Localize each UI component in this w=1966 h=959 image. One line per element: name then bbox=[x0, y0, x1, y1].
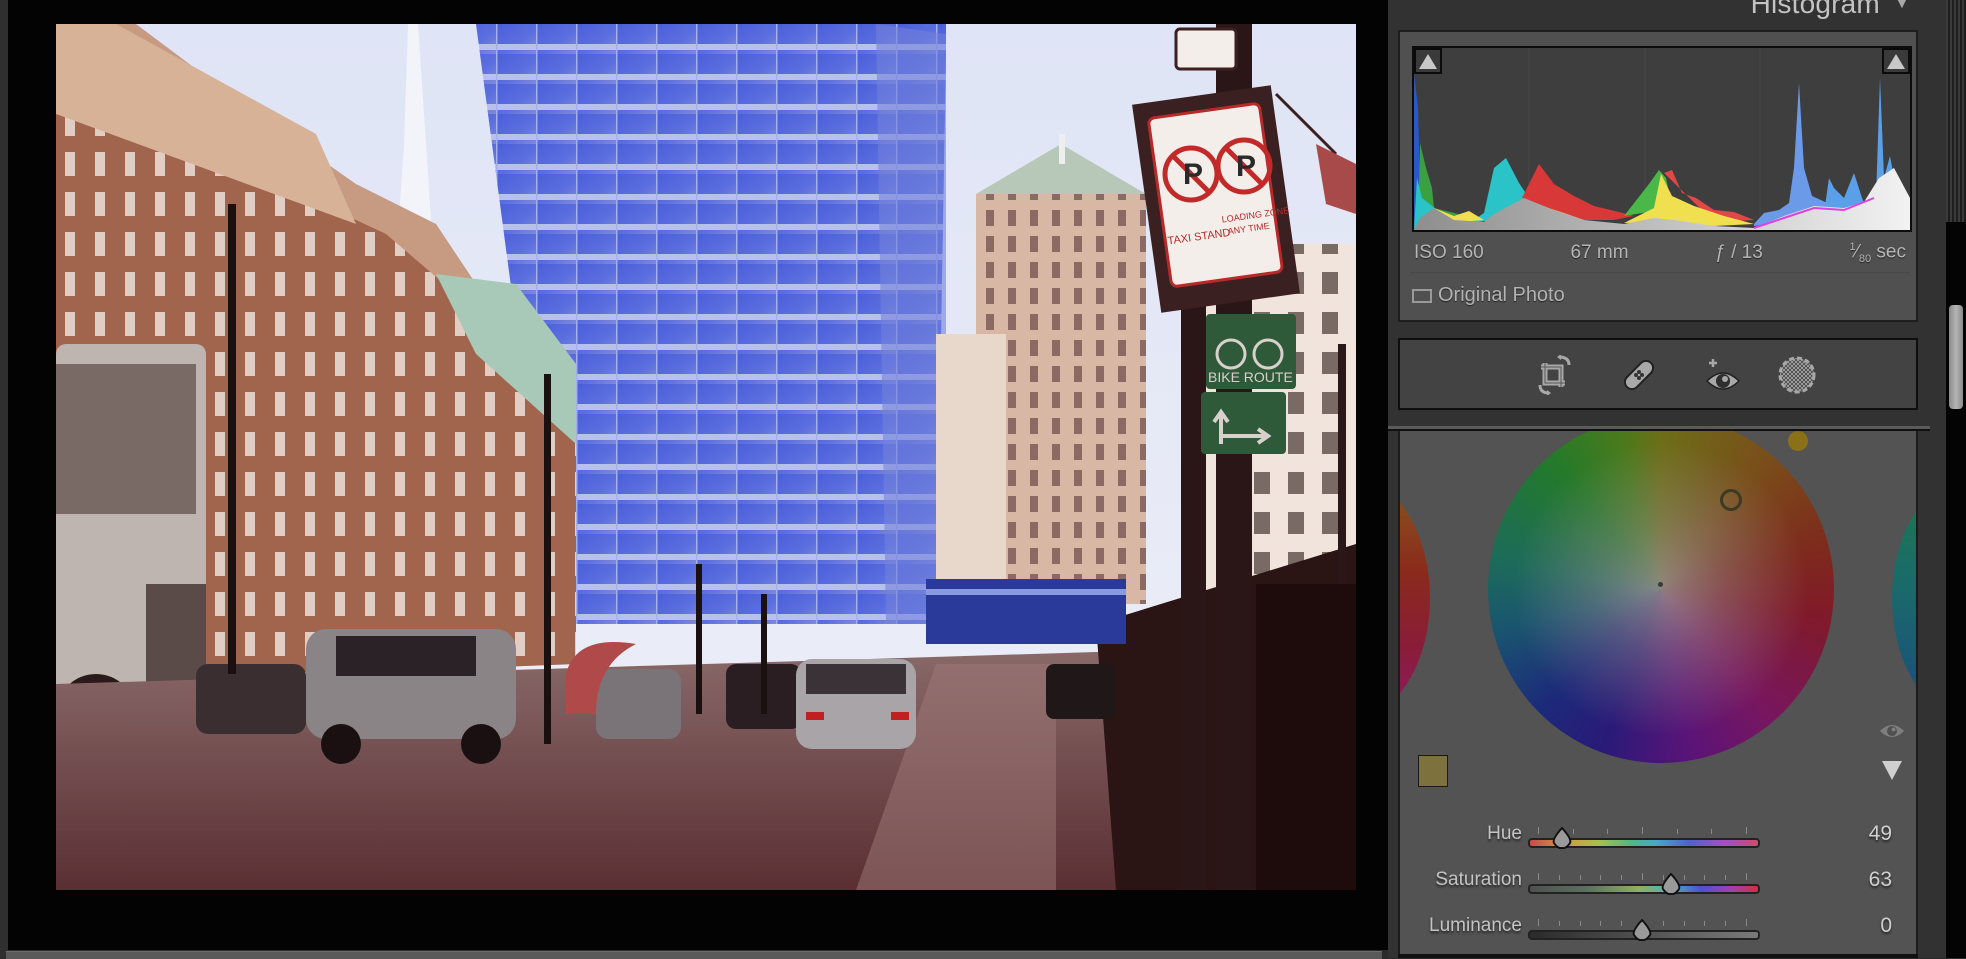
focal-length-value: 67 mm bbox=[1570, 242, 1629, 263]
hue-ring-handle[interactable] bbox=[1788, 431, 1808, 451]
original-photo-checkbox[interactable] bbox=[1412, 288, 1432, 303]
histogram-plot bbox=[1414, 48, 1910, 230]
color-wheel-midtones[interactable] bbox=[1488, 431, 1834, 763]
slider-tick bbox=[1711, 829, 1713, 834]
wheel-color-handle[interactable] bbox=[1720, 489, 1742, 511]
hue-label: Hue bbox=[1487, 823, 1522, 844]
triangle-up-icon bbox=[1887, 53, 1905, 69]
iso-value: ISO 160 bbox=[1414, 242, 1484, 263]
luminance-slider-thumb[interactable] bbox=[1632, 919, 1652, 941]
saturation-label: Saturation bbox=[1435, 869, 1522, 890]
street-photo: P P TAXI STAND LOADING ZONE ANY TIME BIK… bbox=[56, 24, 1356, 890]
saturation-slider-row: Saturation 63 bbox=[1400, 863, 1916, 903]
original-photo-label: Original Photo bbox=[1438, 284, 1565, 306]
slider-tick bbox=[1725, 875, 1727, 880]
slider-tick bbox=[1579, 875, 1581, 880]
slider-tick bbox=[1683, 875, 1685, 880]
eye-icon bbox=[1880, 725, 1904, 737]
wheel-center-dot bbox=[1658, 582, 1663, 587]
svg-text:P: P bbox=[1183, 158, 1203, 191]
color-grading-panel: Hue 49 Saturation 63 Luminance 0 bbox=[1398, 431, 1918, 958]
luminance-label: Luminance bbox=[1429, 915, 1522, 936]
slider-tick bbox=[1746, 919, 1747, 926]
shutter-unit: sec bbox=[1871, 241, 1906, 263]
hue-value[interactable]: 49 bbox=[1869, 822, 1892, 846]
photo-canvas: P P TAXI STAND LOADING ZONE ANY TIME BIK… bbox=[8, 0, 1388, 950]
slider-tick bbox=[1558, 921, 1560, 926]
histogram-divider bbox=[1410, 272, 1910, 273]
slider-tick bbox=[1621, 875, 1623, 880]
aperture-value: ƒ / 13 bbox=[1715, 242, 1763, 263]
color-wheel-highlights[interactable] bbox=[1892, 473, 1916, 723]
hue-slider-row: Hue 49 bbox=[1400, 817, 1916, 857]
slider-tick bbox=[1662, 921, 1664, 926]
panel-scrollbar[interactable] bbox=[1946, 0, 1966, 958]
scrollbar-thumb[interactable] bbox=[1949, 305, 1963, 409]
collapse-triangle-icon[interactable]: ▼ bbox=[1894, 0, 1910, 13]
histogram-header[interactable]: Histogram ▼ bbox=[1751, 0, 1910, 20]
exif-info-row: ISO 160 67 mm ƒ / 13 1⁄80 sec bbox=[1414, 238, 1906, 268]
eye-plus-icon bbox=[1705, 359, 1741, 390]
healing-tool-button[interactable] bbox=[1618, 354, 1660, 396]
left-panel-edge bbox=[0, 0, 8, 958]
slider-tick bbox=[1746, 873, 1747, 880]
slider-tick bbox=[1572, 829, 1574, 834]
crop-rotate-icon bbox=[1538, 355, 1571, 395]
tool-strip bbox=[1398, 338, 1918, 410]
luminance-slider-row: Luminance 0 bbox=[1400, 909, 1916, 949]
color-swatch[interactable] bbox=[1418, 755, 1448, 787]
slider-tick bbox=[1642, 873, 1643, 880]
slider-tick bbox=[1621, 921, 1623, 926]
slider-tick bbox=[1600, 921, 1602, 926]
triangle-up-icon bbox=[1419, 53, 1437, 69]
slider-tick bbox=[1725, 921, 1727, 926]
masking-tool-button[interactable] bbox=[1776, 354, 1818, 396]
histogram-graph[interactable] bbox=[1412, 46, 1912, 232]
slider-tick bbox=[1607, 829, 1609, 834]
shutter-numerator: 1 bbox=[1849, 240, 1856, 253]
sign-text-bike: BIKE ROUTE bbox=[1208, 369, 1293, 385]
slider-tick bbox=[1746, 827, 1747, 834]
slider-tick bbox=[1642, 827, 1643, 834]
expand-triangle-icon[interactable] bbox=[1882, 761, 1902, 780]
slider-tick bbox=[1538, 873, 1539, 880]
saturation-slider-thumb[interactable] bbox=[1661, 873, 1681, 895]
scrollbar-grip-top bbox=[1946, 0, 1966, 222]
crop-tool-button[interactable] bbox=[1534, 354, 1576, 396]
shadow-clipping-button[interactable] bbox=[1414, 48, 1442, 74]
histogram-title: Histogram bbox=[1750, 0, 1880, 19]
histogram-panel: ISO 160 67 mm ƒ / 13 1⁄80 sec Original P… bbox=[1398, 30, 1918, 322]
color-wheel-shadows[interactable] bbox=[1400, 473, 1430, 723]
highlight-clipping-button[interactable] bbox=[1882, 48, 1910, 74]
original-photo-toggle[interactable]: Original Photo bbox=[1412, 284, 1565, 307]
saturation-ticks bbox=[1538, 873, 1747, 881]
slider-tick bbox=[1704, 875, 1706, 880]
slider-tick bbox=[1704, 921, 1706, 926]
mask-circle-icon bbox=[1778, 356, 1816, 394]
develop-right-panel: Histogram ▼ ISO 160 67 mm ƒ / 13 1⁄80 se… bbox=[1388, 0, 1946, 958]
shutter-speed-value: 1⁄80 sec bbox=[1849, 240, 1906, 266]
slider-tick bbox=[1538, 919, 1539, 926]
slider-tick bbox=[1538, 827, 1539, 834]
luminance-value[interactable]: 0 bbox=[1880, 914, 1892, 938]
svg-text:P: P bbox=[1236, 150, 1256, 183]
visibility-toggle[interactable] bbox=[1878, 721, 1906, 741]
slider-tick bbox=[1558, 875, 1560, 880]
hue-slider-thumb[interactable] bbox=[1552, 827, 1572, 849]
slider-tick bbox=[1600, 875, 1602, 880]
slider-tick bbox=[1683, 921, 1685, 926]
panel-bottom-edge bbox=[1398, 954, 1918, 958]
shutter-denominator: 80 bbox=[1858, 253, 1872, 266]
photo-preview[interactable]: P P TAXI STAND LOADING ZONE ANY TIME BIK… bbox=[56, 24, 1356, 890]
slider-tick bbox=[1676, 829, 1678, 834]
red-eye-tool-button[interactable] bbox=[1702, 354, 1744, 396]
bandage-icon bbox=[1623, 359, 1655, 391]
slider-tick bbox=[1579, 921, 1581, 926]
saturation-value[interactable]: 63 bbox=[1869, 868, 1892, 892]
saturation-slider-track[interactable] bbox=[1528, 884, 1760, 894]
